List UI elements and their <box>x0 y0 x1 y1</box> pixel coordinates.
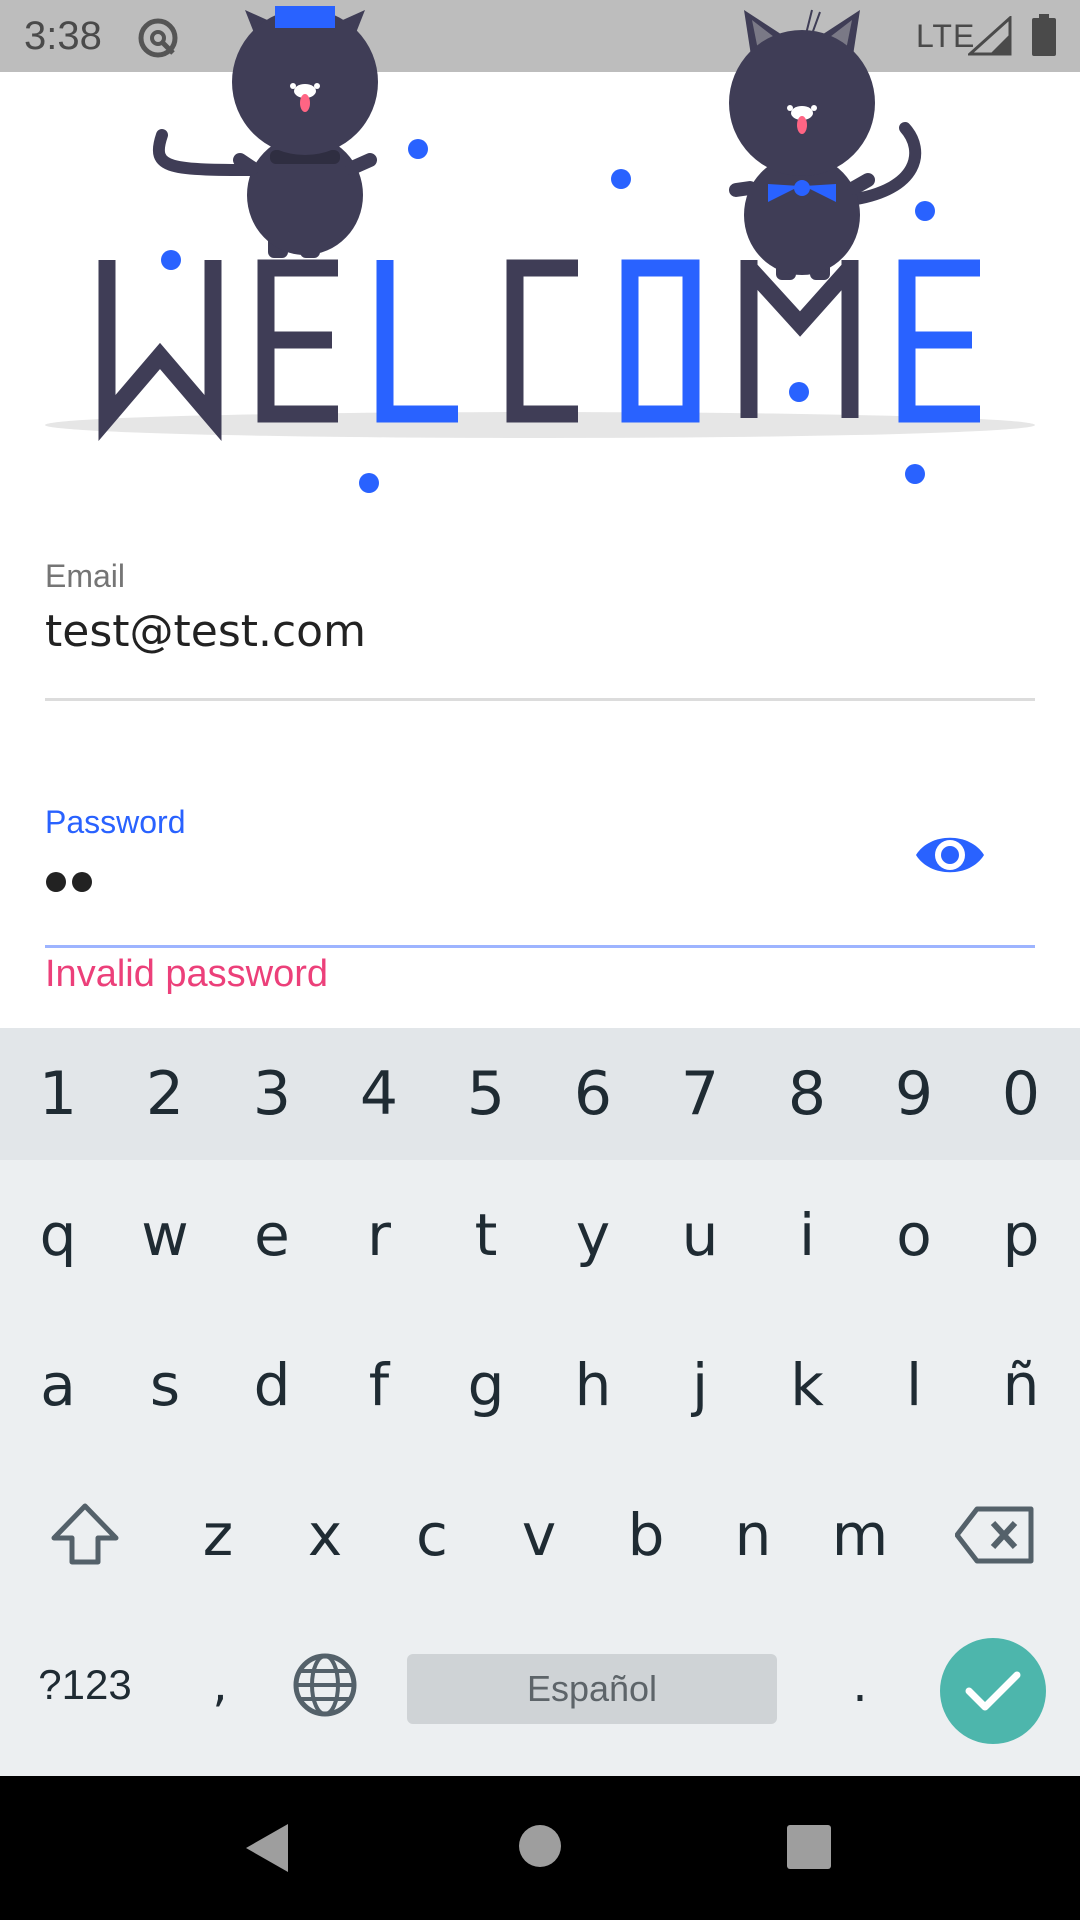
backspace-key[interactable] <box>940 1460 1050 1610</box>
navigation-bar <box>0 1776 1080 1920</box>
letter-e2 <box>898 259 980 423</box>
number-key[interactable]: 7 <box>646 1028 754 1160</box>
letter-key[interactable]: e <box>218 1160 326 1310</box>
letter-key[interactable]: c <box>378 1460 486 1610</box>
backspace-icon <box>955 1506 1034 1564</box>
letter-o <box>621 259 700 423</box>
letter-key[interactable]: b <box>592 1460 700 1610</box>
letter-key[interactable]: q <box>4 1160 112 1310</box>
letter-w <box>98 260 222 442</box>
check-icon <box>965 1671 1021 1711</box>
password-error: Invalid password <box>45 953 329 995</box>
number-key[interactable]: 2 <box>111 1028 219 1160</box>
letter-key[interactable]: o <box>860 1160 968 1310</box>
letter-key[interactable]: a <box>4 1310 112 1460</box>
letter-key[interactable]: g <box>432 1310 540 1460</box>
letter-key[interactable]: z <box>164 1460 272 1610</box>
letter-key[interactable]: y <box>539 1160 647 1310</box>
enter-key[interactable] <box>940 1638 1046 1744</box>
password-dot <box>46 872 66 892</box>
letter-key[interactable]: w <box>111 1160 219 1310</box>
welcome-letters <box>98 259 980 442</box>
letter-key[interactable]: h <box>539 1310 647 1460</box>
letter-key[interactable]: x <box>271 1460 379 1610</box>
home-icon[interactable] <box>518 1824 562 1868</box>
cat-illustration-left <box>152 6 378 258</box>
email-label: Email <box>45 558 126 594</box>
letter-c <box>506 259 578 423</box>
recents-icon[interactable] <box>786 1824 832 1870</box>
password-underline <box>45 945 1035 948</box>
eye-icon[interactable] <box>910 822 990 888</box>
number-key[interactable]: 5 <box>432 1028 540 1160</box>
shift-key[interactable] <box>30 1460 140 1610</box>
number-key[interactable]: 1 <box>4 1028 112 1160</box>
password-masked-value <box>46 872 98 896</box>
letter-key[interactable]: f <box>325 1310 433 1460</box>
globe-icon <box>293 1653 357 1717</box>
comma-key[interactable]: , <box>165 1610 275 1760</box>
number-key[interactable]: 8 <box>753 1028 861 1160</box>
email-underline <box>45 698 1035 701</box>
letter-key[interactable]: t <box>432 1160 540 1310</box>
password-label: Password <box>45 804 186 840</box>
letter-key[interactable]: i <box>753 1160 861 1310</box>
password-dot <box>72 872 92 892</box>
letter-key[interactable]: v <box>485 1460 593 1610</box>
letter-key[interactable]: s <box>111 1310 219 1460</box>
language-key[interactable] <box>275 1610 375 1760</box>
period-key[interactable]: . <box>805 1610 915 1760</box>
letter-key[interactable]: d <box>218 1310 326 1460</box>
number-key[interactable]: 3 <box>218 1028 326 1160</box>
cat-illustration-right <box>729 9 922 280</box>
letter-key[interactable]: u <box>646 1160 754 1310</box>
letter-key[interactable]: ñ <box>967 1310 1075 1460</box>
letter-key[interactable]: j <box>646 1310 754 1460</box>
letter-key[interactable]: n <box>699 1460 807 1610</box>
letter-key[interactable]: p <box>967 1160 1075 1310</box>
email-value: test@test.com <box>45 606 366 657</box>
letter-key[interactable]: k <box>753 1310 861 1460</box>
letter-key[interactable]: r <box>325 1160 433 1310</box>
shift-icon <box>51 1503 119 1565</box>
number-key[interactable]: 9 <box>860 1028 968 1160</box>
back-icon[interactable] <box>242 1822 292 1874</box>
symbols-key[interactable]: ?123 <box>10 1610 160 1760</box>
letter-key[interactable]: m <box>806 1460 914 1610</box>
number-key[interactable]: 6 <box>539 1028 647 1160</box>
space-key[interactable]: Español <box>407 1654 777 1724</box>
letter-e1 <box>257 259 338 423</box>
number-key[interactable]: 4 <box>325 1028 433 1160</box>
welcome-illustration <box>45 6 1035 493</box>
letter-l <box>376 260 458 423</box>
number-key[interactable]: 0 <box>967 1028 1075 1160</box>
letter-key[interactable]: l <box>860 1310 968 1460</box>
